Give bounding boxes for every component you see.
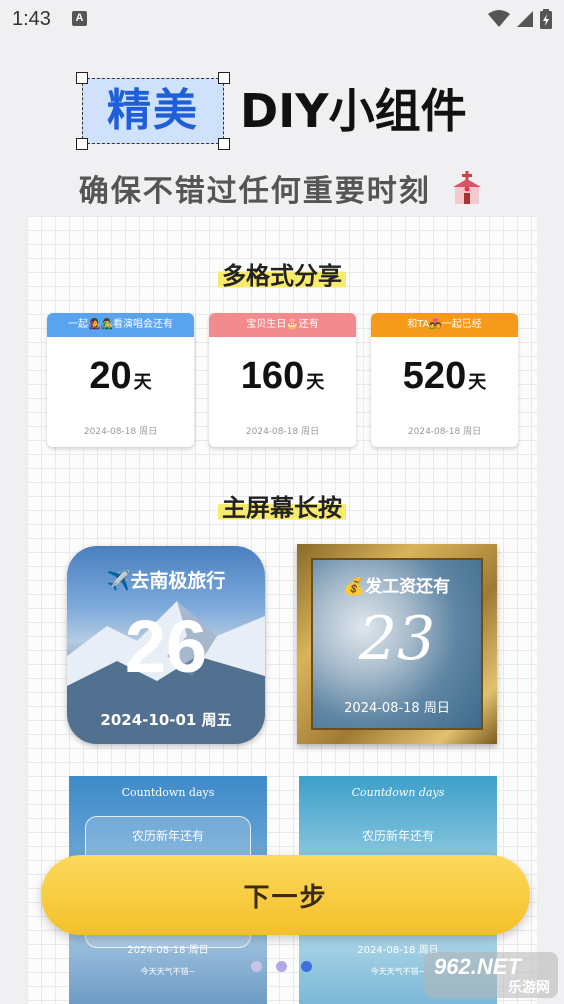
poster-date: 2024-08-18 周日 xyxy=(127,945,209,956)
pager-dot-active[interactable] xyxy=(301,961,312,972)
mountain-widget: ✈️去南极旅行 26 2024-10-01 周五 xyxy=(67,546,265,744)
section-home-label: 主屏幕长按 xyxy=(218,488,346,523)
battery-icon xyxy=(540,9,552,29)
frame-widget-canvas: 💰发工资还有 23 2024-08-18 周日 xyxy=(311,558,483,730)
watermark-logo: 962.NET 乐游网 xyxy=(424,952,558,998)
frame-widget-date: 2024-08-18 周日 xyxy=(344,701,450,716)
title-rest: DIY小组件 xyxy=(240,84,467,138)
status-time: 1:43 xyxy=(12,8,51,30)
subtitle: 确保不错过任何重要时刻 xyxy=(0,166,564,210)
share-card-number: 160 xyxy=(240,355,305,397)
share-card-date: 2024-08-18 周日 xyxy=(83,427,158,437)
share-card-unit: 天 xyxy=(468,372,487,393)
church-icon xyxy=(453,171,482,204)
hero-title: 精美 DIY小组件 xyxy=(0,72,564,154)
mountain-widget-number: 26 xyxy=(124,605,208,688)
section-share-label: 多格式分享 xyxy=(218,256,346,291)
watermark-sub: 乐游网 xyxy=(508,980,550,996)
share-card-number: 520 xyxy=(402,355,467,397)
share-card-number: 20 xyxy=(89,355,132,397)
poster-top-text: Countdown days xyxy=(351,786,445,799)
poster-footer: 今天天气不错~ xyxy=(140,967,196,976)
share-card: 一起👩‍🎤👨‍🎤看演唱会还有 20 天 2024-08-18 周日 xyxy=(47,313,194,447)
share-card-date: 2024-08-18 周日 xyxy=(407,427,482,437)
share-card: 宝贝生日🎂还有 160 天 2024-08-18 周日 xyxy=(209,313,356,447)
share-card-header: 一起👩‍🎤👨‍🎤看演唱会还有 xyxy=(47,313,194,337)
subtitle-text: 确保不错过任何重要时刻 xyxy=(78,174,431,209)
share-card-unit: 天 xyxy=(306,372,325,393)
mountain-widget-date: 2024-10-01 周五 xyxy=(100,711,232,729)
pager-dot[interactable] xyxy=(276,961,287,972)
pager-dots xyxy=(251,961,312,972)
status-bar: 1:43 A xyxy=(0,0,564,38)
frame-widget: 💰发工资还有 23 2024-08-18 周日 xyxy=(297,544,497,744)
share-card-header: 宝贝生日🎂还有 xyxy=(209,313,356,337)
next-button[interactable]: 下一步 xyxy=(41,855,530,935)
share-card-date: 2024-08-18 周日 xyxy=(245,427,320,437)
poster-top-text: Countdown days xyxy=(121,786,215,799)
poster-subtitle: 农历新年还有 xyxy=(131,829,204,843)
frame-widget-number: 23 xyxy=(358,604,436,674)
status-icons xyxy=(488,9,552,29)
section-share: 多格式分享 xyxy=(27,256,537,291)
share-card-unit: 天 xyxy=(133,372,152,393)
pager-dot[interactable] xyxy=(251,961,262,972)
signal-icon xyxy=(517,11,533,27)
share-card: 和TA💑一起已经 520 天 2024-08-18 周日 xyxy=(371,313,518,447)
section-home: 主屏幕长按 xyxy=(27,488,537,523)
wifi-icon xyxy=(488,10,510,27)
share-card-header: 和TA💑一起已经 xyxy=(371,313,518,337)
frame-widget-title: 💰发工资还有 xyxy=(343,577,451,597)
title-highlight: 精美 xyxy=(107,85,199,136)
notification-icon: A xyxy=(72,11,87,26)
poster-subtitle: 农历新年还有 xyxy=(361,829,434,843)
mountain-widget-title: ✈️去南极旅行 xyxy=(106,570,226,592)
